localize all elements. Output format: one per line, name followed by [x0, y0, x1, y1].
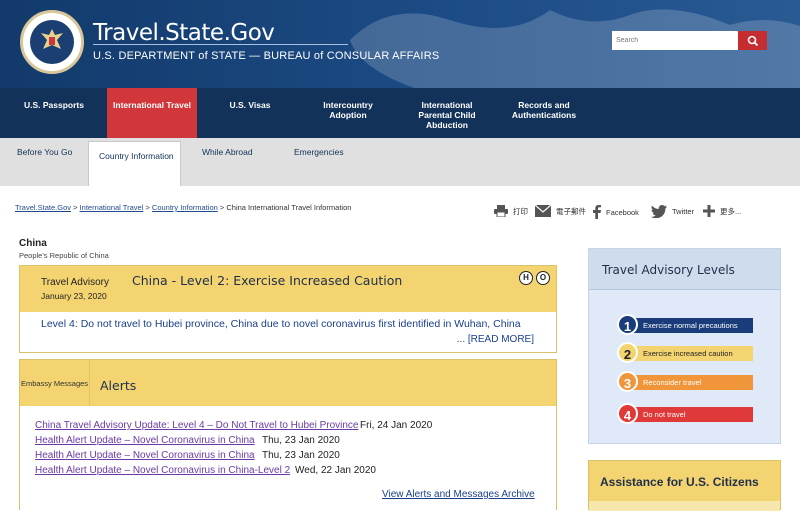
level-4-label: Do not travel: [627, 407, 753, 422]
level-4-number: 4: [617, 403, 638, 424]
alert-date: Fri, 24 Jan 2020: [360, 420, 433, 431]
main-navigation: U.S. Passports International Travel U.S.…: [0, 88, 800, 138]
alert-date: Thu, 23 Jan 2020: [262, 435, 340, 446]
alert-link[interactable]: Health Alert Update – Novel Coronavirus …: [35, 450, 255, 461]
subnav-emergencies[interactable]: Emergencies: [294, 147, 344, 157]
advisory-summary: Level 4: Do not travel to Hubei province…: [41, 318, 521, 330]
alert-item: Health Alert Update – Novel Coronavirus …: [35, 435, 340, 446]
travel-advisory-box: Travel Advisory January 23, 2020 China -…: [19, 265, 557, 353]
email-icon: [535, 205, 551, 217]
alert-date: Thu, 23 Jan 2020: [262, 450, 340, 461]
print-link[interactable]: 打印: [494, 205, 528, 217]
subnav-before-you-go[interactable]: Before You Go: [17, 147, 72, 157]
level-1-number: 1: [617, 314, 638, 335]
embassy-messages-tab[interactable]: Embassy Messages: [20, 360, 90, 406]
breadcrumb-current: China International Travel Information: [226, 203, 352, 212]
alert-link[interactable]: Health Alert Update – Novel Coronavirus …: [35, 435, 255, 446]
subnav-country-information[interactable]: Country Information: [99, 151, 174, 161]
nav-us-passports[interactable]: U.S. Passports: [8, 88, 100, 138]
eagle-icon: [41, 29, 63, 49]
read-more-link[interactable]: ... [READ MORE]: [457, 334, 534, 345]
advisory-header: Travel Advisory January 23, 2020 China -…: [20, 266, 556, 312]
alerts-header: Embassy Messages Alerts: [20, 360, 556, 406]
twitter-link[interactable]: Twitter: [651, 205, 694, 218]
active-subtab-background: [88, 141, 181, 186]
country-official-name: People's Republic of China: [19, 251, 109, 260]
level-2-label: Exercise increased caution: [627, 346, 753, 361]
search-icon: [747, 35, 758, 46]
levels-header: Travel Advisory Levels: [589, 249, 780, 290]
facebook-icon: [593, 205, 601, 219]
alert-item: Health Alert Update – Novel Coronavirus …: [35, 450, 340, 461]
breadcrumb: Travel.State.Gov > International Travel …: [15, 203, 352, 212]
level-2-number: 2: [617, 342, 638, 363]
site-title[interactable]: Travel.State.Gov: [93, 20, 275, 46]
alerts-title: Alerts: [100, 378, 137, 393]
advisory-levels-panel: Travel Advisory Levels Exercise normal p…: [588, 248, 781, 444]
breadcrumb-country-information-link[interactable]: Country Information: [152, 203, 218, 212]
other-indicator-icon[interactable]: O: [536, 271, 550, 285]
nav-international-travel[interactable]: International Travel: [107, 88, 197, 138]
twitter-icon: [651, 205, 667, 218]
level-3-label: Reconsider travel: [627, 375, 753, 390]
nav-parental-child-abduction[interactable]: International Parental Child Abduction: [408, 88, 486, 138]
department-seal-logo[interactable]: [20, 10, 84, 74]
nav-intercountry-adoption[interactable]: Intercountry Adoption: [308, 88, 388, 138]
facebook-link[interactable]: Facebook: [592, 205, 639, 219]
alerts-box: Embassy Messages Alerts China Travel Adv…: [19, 359, 557, 510]
alert-link[interactable]: Health Alert Update – Novel Coronavirus …: [35, 465, 290, 476]
nav-records-authentications[interactable]: Records and Authentications: [500, 88, 588, 138]
breadcrumb-international-travel-link[interactable]: International Travel: [80, 203, 144, 212]
advisory-label: Travel Advisory: [41, 277, 109, 288]
printer-icon: [494, 205, 508, 217]
more-share-link[interactable]: 更多...: [703, 205, 741, 217]
breadcrumb-home-link[interactable]: Travel.State.Gov: [15, 203, 71, 212]
nav-us-visas[interactable]: U.S. Visas: [206, 88, 294, 138]
level-1-label: Exercise normal precautions: [627, 318, 753, 333]
levels-title: Travel Advisory Levels: [602, 263, 735, 277]
alert-date: Wed, 22 Jan 2020: [295, 465, 376, 476]
title-divider: [93, 44, 348, 45]
site-subtitle: U.S. DEPARTMENT of STATE — BUREAU of CON…: [93, 50, 440, 62]
alerts-archive-link[interactable]: View Alerts and Messages Archive: [382, 489, 535, 500]
level-3-number: 3: [617, 371, 638, 392]
sub-navigation: Before You Go Country Information While …: [0, 138, 800, 186]
plus-icon: [703, 205, 715, 217]
email-link[interactable]: 電子郵件: [535, 205, 586, 217]
alert-link[interactable]: China Travel Advisory Update: Level 4 – …: [35, 420, 359, 431]
assistance-title: Assistance for U.S. Citizens: [600, 475, 759, 489]
alert-item: China Travel Advisory Update: Level 4 – …: [35, 420, 432, 431]
search-input[interactable]: [612, 31, 738, 50]
assistance-panel: Assistance for U.S. Citizens: [588, 460, 781, 511]
country-name: China: [19, 238, 47, 249]
subnav-while-abroad[interactable]: While Abroad: [202, 147, 253, 157]
site-header: Travel.State.Gov U.S. DEPARTMENT of STAT…: [0, 0, 800, 88]
advisory-date: January 23, 2020: [41, 291, 107, 301]
advisory-title: China - Level 2: Exercise Increased Caut…: [132, 273, 403, 288]
search-button[interactable]: [738, 31, 767, 50]
health-indicator-icon[interactable]: H: [519, 271, 533, 285]
alert-item: Health Alert Update – Novel Coronavirus …: [35, 465, 376, 476]
